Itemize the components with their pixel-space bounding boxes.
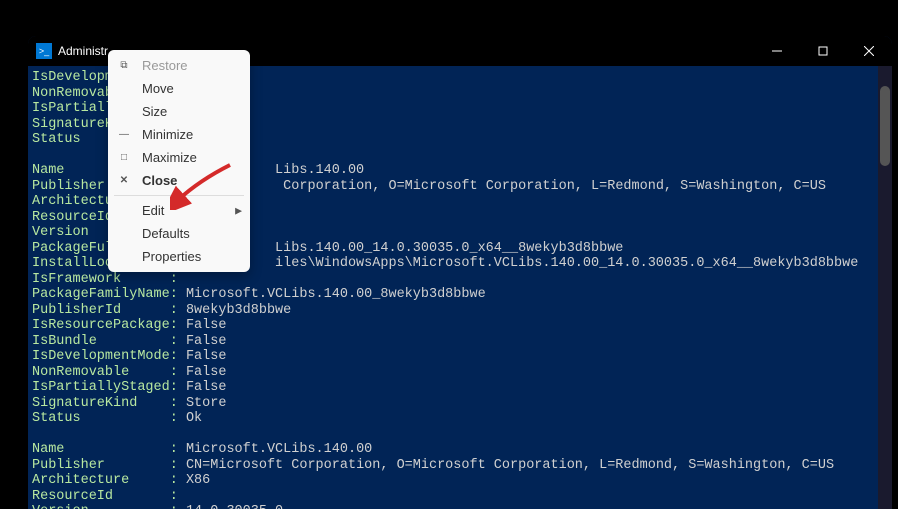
- menu-edit[interactable]: Edit ▶: [108, 199, 250, 222]
- menu-properties-label: Properties: [142, 249, 201, 264]
- menu-close-label: Close: [142, 173, 177, 188]
- menu-maximize-label: Maximize: [142, 150, 197, 165]
- system-context-menu: ⧉ Restore Move Size — Minimize □ Maximiz…: [108, 50, 250, 272]
- menu-defaults[interactable]: Defaults: [108, 222, 250, 245]
- maximize-button[interactable]: [800, 36, 846, 66]
- menu-size[interactable]: Size: [108, 100, 250, 123]
- scrollbar-thumb[interactable]: [880, 86, 890, 166]
- menu-restore: ⧉ Restore: [108, 54, 250, 77]
- menu-move-label: Move: [142, 81, 174, 96]
- menu-properties[interactable]: Properties: [108, 245, 250, 268]
- chevron-right-icon: ▶: [235, 205, 242, 216]
- menu-maximize[interactable]: □ Maximize: [108, 146, 250, 169]
- scrollbar[interactable]: [878, 66, 892, 509]
- maximize-icon: □: [118, 152, 130, 164]
- menu-edit-label: Edit: [142, 203, 164, 218]
- menu-restore-label: Restore: [142, 58, 188, 73]
- menu-size-label: Size: [142, 104, 167, 119]
- minimize-button[interactable]: [754, 36, 800, 66]
- menu-minimize-label: Minimize: [142, 127, 193, 142]
- menu-close[interactable]: ✕ Close: [108, 169, 250, 192]
- menu-minimize[interactable]: — Minimize: [108, 123, 250, 146]
- menu-move[interactable]: Move: [108, 77, 250, 100]
- close-button[interactable]: [846, 36, 892, 66]
- powershell-icon: >_: [36, 43, 52, 59]
- minimize-icon: —: [118, 129, 130, 141]
- menu-separator: [114, 195, 244, 196]
- menu-defaults-label: Defaults: [142, 226, 190, 241]
- close-icon: ✕: [118, 175, 130, 187]
- restore-icon: ⧉: [118, 60, 130, 72]
